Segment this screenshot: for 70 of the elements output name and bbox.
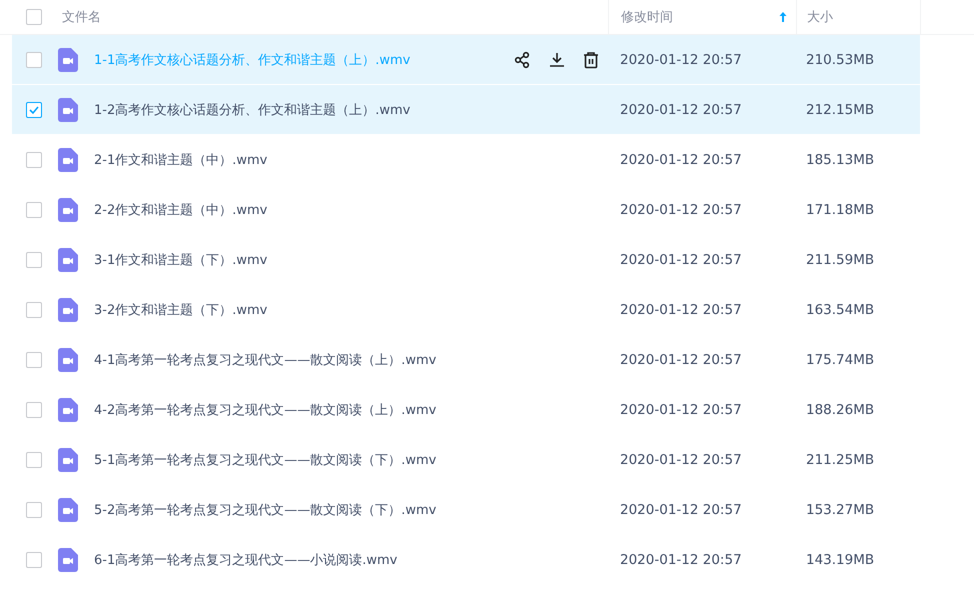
row-checkbox[interactable] — [26, 152, 42, 168]
modified-time: 2020-01-12 20:57 — [619, 152, 743, 168]
file-row[interactable]: 4-2高考第一轮考点复习之现代文——散文阅读（上）.wmv 2020-01-12 20:57 188.26MB — [12, 385, 920, 434]
row-checkbox[interactable] — [26, 502, 42, 518]
file-size: 211.25MB — [805, 452, 876, 468]
row-checkbox[interactable] — [26, 102, 42, 118]
modified-time: 2020-01-12 20:57 — [619, 52, 743, 68]
file-name[interactable]: 2-1作文和谐主题（中）.wmv — [94, 150, 268, 168]
file-name[interactable]: 6-1高考第一轮考点复习之现代文——小说阅读.wmv — [94, 550, 398, 568]
file-size: 188.26MB — [805, 402, 876, 418]
file-row[interactable]: 4-1高考第一轮考点复习之现代文——散文阅读（上）.wmv 2020-01-12 20:57 175.74MB — [12, 335, 920, 384]
modified-time: 2020-01-12 20:57 — [619, 102, 743, 118]
share-icon[interactable] — [514, 50, 532, 68]
file-row[interactable]: 1-2高考作文核心话题分析、作文和谐主题（上）.wmv 2020-01-12 20:57 212.15MB — [12, 85, 920, 134]
file-name[interactable]: 2-2作文和谐主题（中）.wmv — [94, 200, 268, 218]
video-file-icon — [58, 398, 78, 422]
delete-icon[interactable] — [582, 50, 600, 68]
modified-time: 2020-01-12 20:57 — [619, 252, 743, 268]
modified-time: 2020-01-12 20:57 — [619, 302, 743, 318]
video-file-icon — [58, 248, 78, 272]
file-name[interactable]: 4-2高考第一轮考点复习之现代文——散文阅读（上）.wmv — [94, 400, 436, 418]
file-name[interactable]: 5-1高考第一轮考点复习之现代文——散文阅读（下）.wmv — [94, 450, 436, 468]
file-size: 143.19MB — [805, 552, 876, 568]
video-file-icon — [58, 298, 78, 322]
video-file-icon — [58, 348, 78, 372]
file-name[interactable]: 4-1高考第一轮考点复习之现代文——散文阅读（上）.wmv — [94, 350, 436, 368]
row-checkbox[interactable] — [26, 352, 42, 368]
row-checkbox[interactable] — [26, 302, 42, 318]
file-size: 211.59MB — [805, 252, 876, 268]
video-file-icon — [58, 48, 78, 72]
modified-time: 2020-01-12 20:57 — [619, 402, 743, 418]
file-row[interactable]: 2-1作文和谐主题（中）.wmv 2020-01-12 20:57 185.13MB — [12, 135, 920, 184]
video-file-icon — [58, 448, 78, 472]
file-row[interactable]: 3-1作文和谐主题（下）.wmv 2020-01-12 20:57 211.59MB — [12, 235, 920, 284]
check-icon — [28, 104, 40, 116]
file-row[interactable]: 5-2高考第一轮考点复习之现代文——散文阅读（下）.wmv 2020-01-12 20:57 153.27MB — [12, 485, 920, 534]
file-size: 210.53MB — [805, 52, 876, 68]
video-file-icon — [58, 498, 78, 522]
file-size: 212.15MB — [805, 102, 876, 118]
file-row[interactable]: 6-1高考第一轮考点复习之现代文——小说阅读.wmv 2020-01-12 20:57 143.19MB — [12, 535, 920, 584]
file-row[interactable]: 2-2作文和谐主题（中）.wmv 2020-01-12 20:57 171.18MB — [12, 185, 920, 234]
modified-time: 2020-01-12 20:57 — [619, 202, 743, 218]
video-file-icon — [58, 148, 78, 172]
video-file-icon — [58, 98, 78, 122]
file-name[interactable]: 3-2作文和谐主题（下）.wmv — [94, 300, 268, 318]
file-size: 171.18MB — [805, 202, 876, 218]
file-name[interactable]: 5-2高考第一轮考点复习之现代文——散文阅读（下）.wmv — [94, 500, 436, 518]
modified-time: 2020-01-12 20:57 — [619, 552, 743, 568]
row-checkbox[interactable] — [26, 202, 42, 218]
file-row[interactable]: 5-1高考第一轮考点复习之现代文——散文阅读（下）.wmv 2020-01-12 20:57 211.25MB — [12, 435, 920, 484]
video-file-icon — [58, 548, 78, 572]
file-row[interactable]: 3-2作文和谐主题（下）.wmv 2020-01-12 20:57 163.54MB — [12, 285, 920, 334]
download-icon[interactable] — [548, 50, 566, 68]
modified-time: 2020-01-12 20:57 — [619, 352, 743, 368]
select-all-checkbox[interactable] — [26, 9, 42, 25]
file-name[interactable]: 1-2高考作文核心话题分析、作文和谐主题（上）.wmv — [94, 100, 410, 118]
row-checkbox[interactable] — [26, 402, 42, 418]
file-name[interactable]: 3-1作文和谐主题（下）.wmv — [94, 250, 268, 268]
file-size: 153.27MB — [805, 502, 876, 518]
file-size: 175.74MB — [805, 352, 876, 368]
file-row[interactable]: 1-1高考作文核心话题分析、作文和谐主题（上）.wmv 2020-01-12 20:57 210.53MB — [12, 35, 920, 84]
row-checkbox[interactable] — [26, 552, 42, 568]
row-checkbox[interactable] — [26, 452, 42, 468]
file-size: 163.54MB — [805, 302, 876, 318]
row-checkbox[interactable] — [26, 52, 42, 68]
modified-time: 2020-01-12 20:57 — [619, 502, 743, 518]
file-size: 185.13MB — [805, 152, 876, 168]
modified-time: 2020-01-12 20:57 — [619, 452, 743, 468]
video-file-icon — [58, 198, 78, 222]
row-checkbox[interactable] — [26, 252, 42, 268]
